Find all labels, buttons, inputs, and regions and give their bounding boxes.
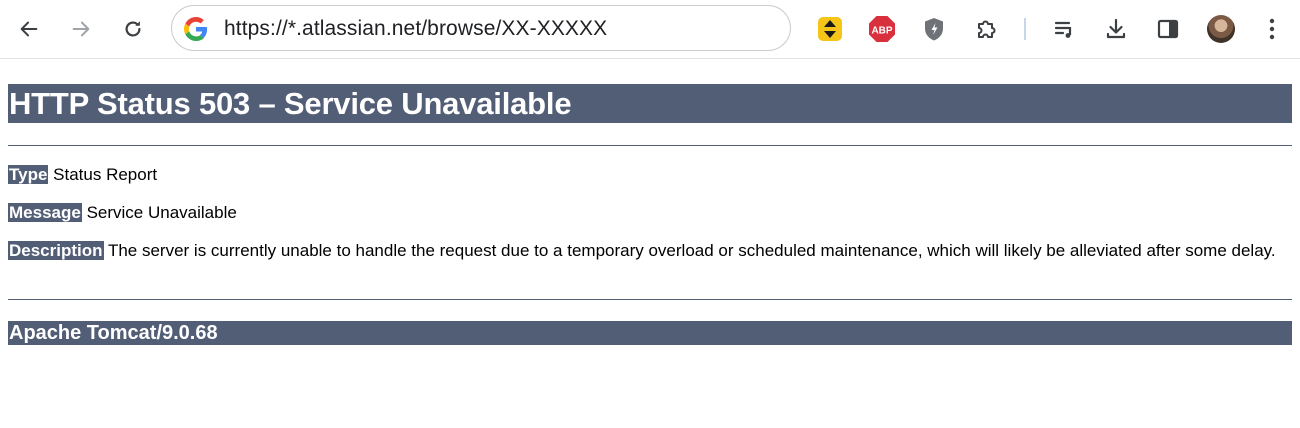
- type-label: Type: [8, 165, 49, 184]
- page-title: HTTP Status 503 – Service Unavailable: [9, 86, 572, 121]
- shield-extension-icon[interactable]: [919, 14, 949, 44]
- server-version: Apache Tomcat/9.0.68: [9, 322, 218, 344]
- address-bar[interactable]: https://*.atlassian.net/browse/XX-XXXXX: [171, 5, 791, 51]
- url-text[interactable]: https://*.atlassian.net/browse/XX-XXXXX: [224, 17, 607, 41]
- type-value: Status Report: [53, 165, 158, 184]
- toolbar-divider: [1024, 18, 1026, 40]
- abp-label: ABP: [871, 26, 892, 37]
- browser-toolbar: https://*.atlassian.net/browse/XX-XXXXX …: [0, 0, 1300, 59]
- download-icon[interactable]: [1101, 14, 1131, 44]
- description-value: The server is currently unable to handle…: [107, 241, 1276, 260]
- sort-arrows-extension-icon[interactable]: [815, 14, 845, 44]
- adblock-plus-icon[interactable]: ABP: [867, 14, 897, 44]
- puzzle-extensions-icon[interactable]: [971, 14, 1001, 44]
- message-label: Message: [8, 203, 82, 222]
- back-arrow-icon[interactable]: [14, 14, 44, 44]
- kebab-menu-icon[interactable]: [1257, 14, 1287, 44]
- message-row: Message Service Unavailable: [8, 203, 237, 223]
- profile-avatar[interactable]: [1207, 15, 1235, 43]
- divider-top: [8, 145, 1292, 146]
- media-queue-icon[interactable]: [1050, 14, 1080, 44]
- google-g-icon[interactable]: [184, 17, 208, 41]
- forward-arrow-icon[interactable]: [66, 14, 96, 44]
- description-label: Description: [8, 241, 104, 260]
- message-value: Service Unavailable: [86, 203, 237, 222]
- side-panel-icon[interactable]: [1153, 14, 1183, 44]
- type-row: Type Status Report: [8, 165, 157, 185]
- description-row: Description The server is currently unab…: [8, 241, 1278, 261]
- reload-icon[interactable]: [118, 14, 148, 44]
- divider-bottom: [8, 299, 1292, 300]
